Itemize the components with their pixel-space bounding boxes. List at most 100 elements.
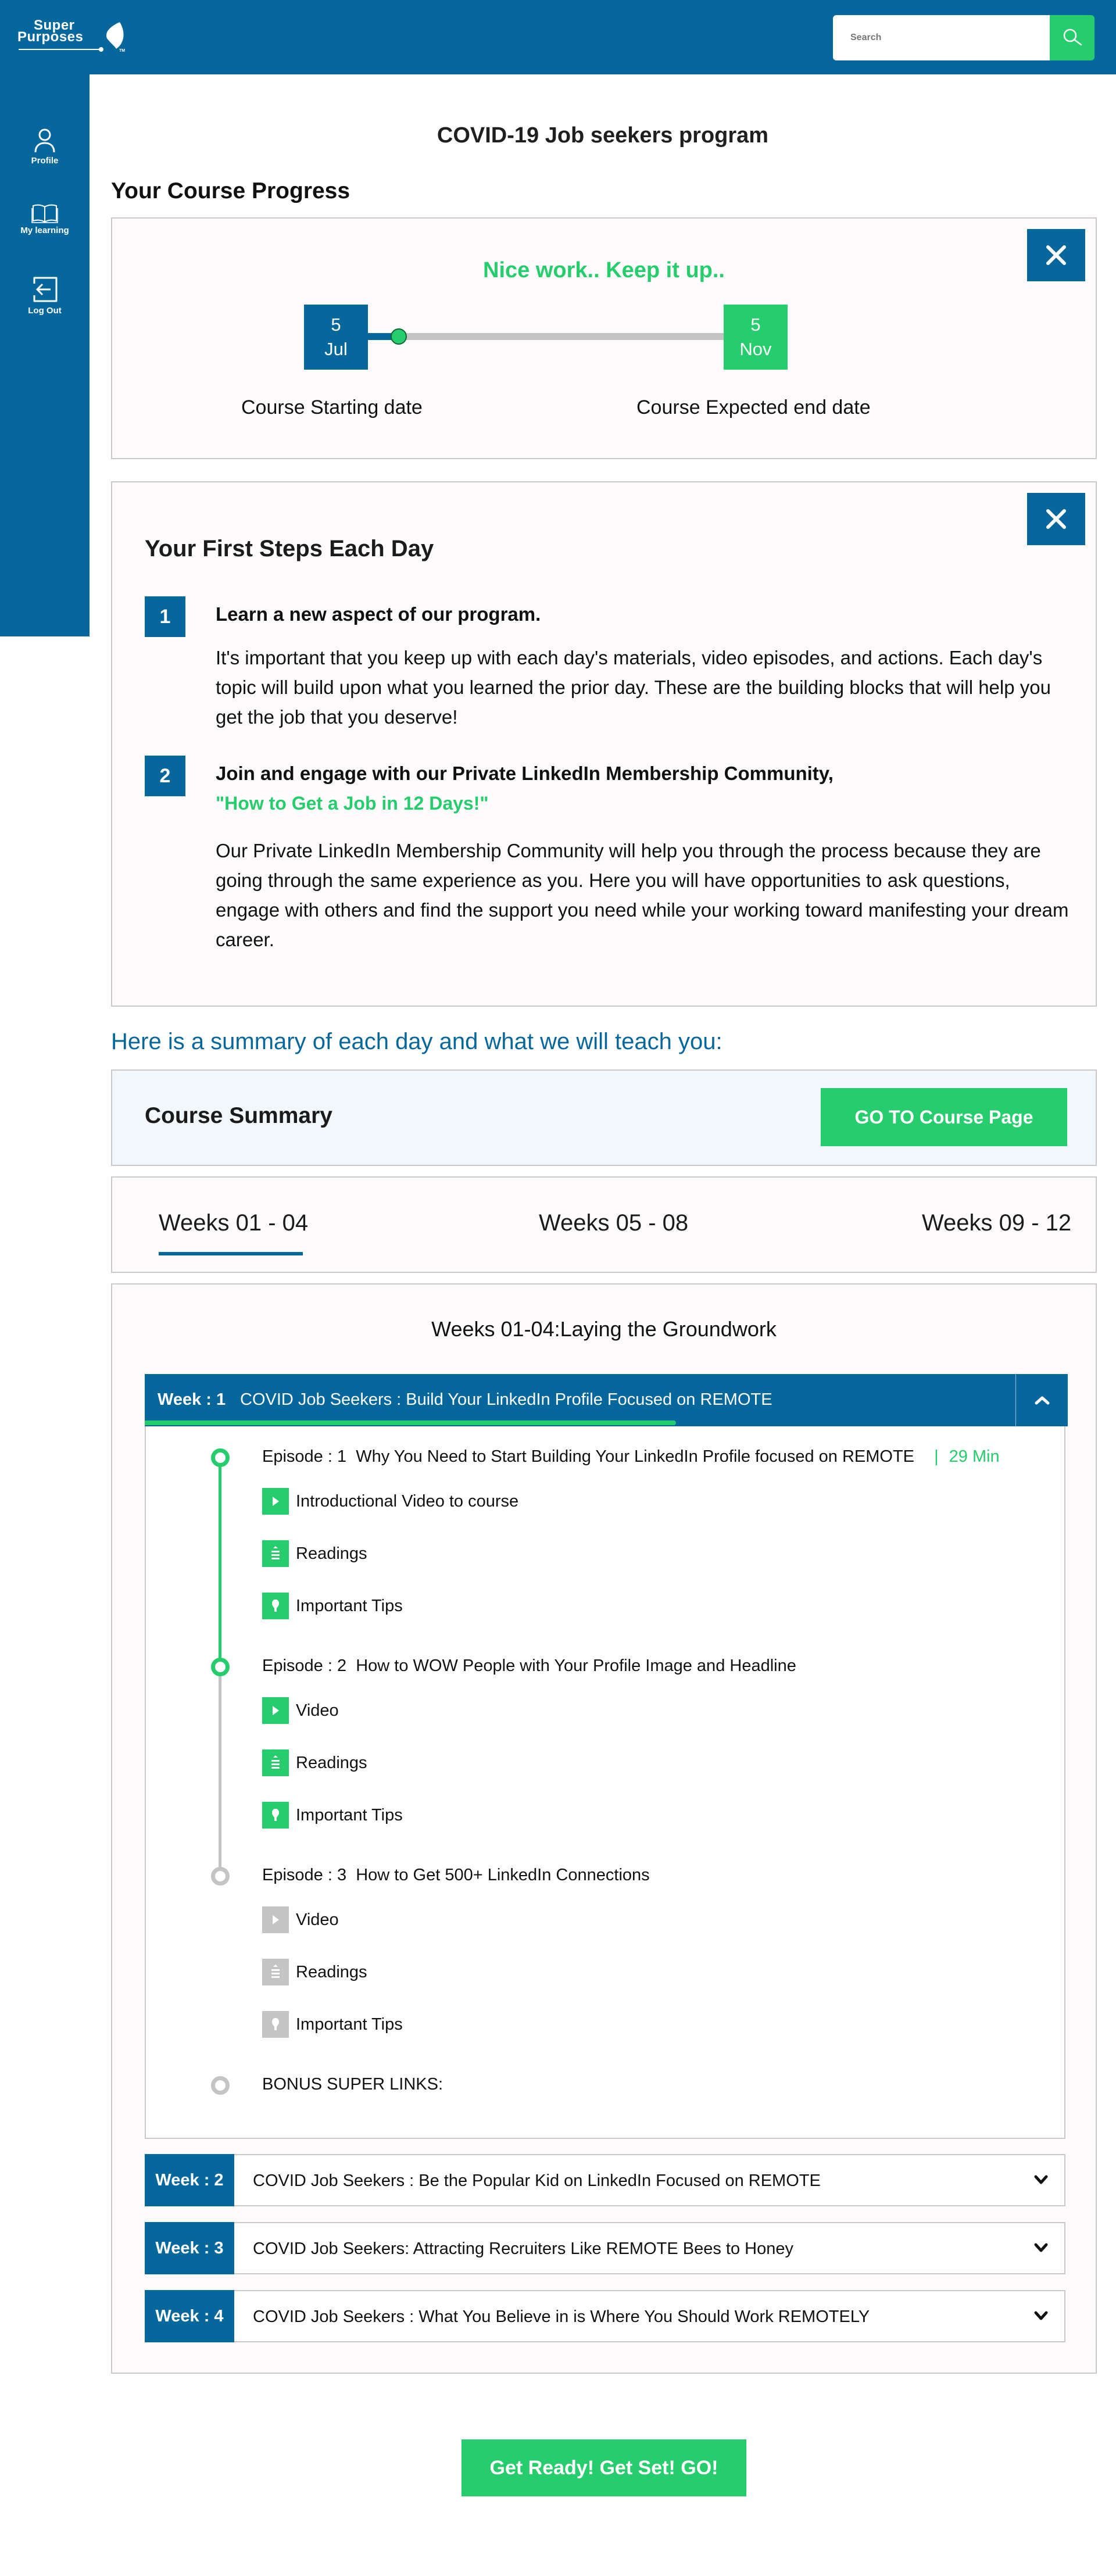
end-date-badge: 5 Nov [724, 305, 788, 370]
sidebar: Profile My learning Log Out [0, 74, 90, 636]
sidebar-item-log-out[interactable]: Log Out [0, 276, 90, 316]
progress-marker [391, 328, 407, 345]
start-day: 5 [331, 314, 341, 335]
episode-duration: | 29 Min [934, 1447, 1000, 1466]
episode-title[interactable]: Episode : 3 How to Get 500+ LinkedIn Con… [262, 1866, 650, 1885]
resource-video[interactable]: Introductional Video to course [262, 1488, 518, 1515]
weeks-section-title: Weeks 01-04:Laying the Groundwork [431, 1317, 777, 1341]
progress-fill [368, 333, 393, 340]
first-steps-card: Your First Steps Each Day 1 Learn a new … [111, 481, 1097, 1007]
resource-label: Readings [296, 1753, 367, 1772]
timeline-node-pending [211, 1867, 230, 1886]
resource-readings[interactable]: Readings [262, 1749, 367, 1776]
week-title: COVID Job Seekers : What You Believe in … [253, 2307, 870, 2326]
course-progress-card: Nice work.. Keep it up.. 5 Jul 5 Nov Cou… [111, 217, 1097, 459]
week-1-header[interactable]: Week : 1 COVID Job Seekers : Build Your … [145, 1374, 1068, 1426]
sidebar-item-my-learning[interactable]: My learning [0, 203, 90, 235]
end-day: 5 [750, 314, 761, 335]
search-icon [1063, 28, 1082, 46]
duration-value: 29 Min [949, 1447, 1000, 1466]
play-icon [262, 1906, 289, 1933]
resource-label: Video [296, 1910, 339, 1929]
sidebar-item-label: Profile [31, 156, 59, 166]
resource-label: Introductional Video to course [296, 1491, 519, 1511]
weeks-tabs: Weeks 01 - 04 Weeks 05 - 08 Weeks 09 - 1… [111, 1176, 1097, 1273]
document-icon [262, 1959, 289, 1985]
resource-label: Important Tips [296, 1596, 403, 1615]
step-heading: Learn a new aspect of our program. [216, 603, 541, 625]
resource-tips[interactable]: Important Tips [262, 1802, 403, 1829]
sidebar-item-profile[interactable]: Profile [0, 128, 90, 166]
logo-dot [99, 47, 103, 52]
timeline-node-pending [211, 2076, 230, 2095]
tab-weeks-01-04[interactable]: Weeks 01 - 04 [159, 1210, 308, 1236]
first-steps-title: Your First Steps Each Day [145, 536, 434, 561]
book-icon [31, 204, 58, 223]
search-input[interactable] [833, 15, 1050, 60]
step-body: Our Private LinkedIn Membership Communit… [216, 840, 1069, 950]
duration-separator: | [934, 1447, 939, 1466]
end-date-label: Course Expected end date [636, 396, 871, 418]
start-month: Jul [324, 339, 348, 359]
resource-video[interactable]: Video [262, 1697, 339, 1724]
episode-name: How to WOW People with Your Profile Imag… [356, 1656, 796, 1675]
lightbulb-icon [262, 2011, 289, 2038]
lightbulb-icon [262, 1593, 289, 1619]
resource-video[interactable]: Video [262, 1906, 339, 1933]
week-title: COVID Job Seekers : Be the Popular Kid o… [253, 2171, 821, 2190]
week-progress-bar [145, 1421, 676, 1425]
logout-icon [33, 277, 58, 302]
resource-label: Important Tips [296, 1805, 403, 1824]
play-icon [262, 1488, 289, 1515]
collapse-week-button[interactable] [1015, 1374, 1068, 1426]
tab-weeks-05-08[interactable]: Weeks 05 - 08 [539, 1210, 688, 1236]
episode-title[interactable]: Episode : 2 How to WOW People with Your … [262, 1656, 796, 1676]
go-to-course-page-button[interactable]: GO TO Course Page [821, 1088, 1067, 1146]
bonus-links[interactable]: BONUS SUPER LINKS: [262, 2075, 443, 2094]
sidebar-item-label: My learning [20, 226, 69, 235]
lightbulb-icon [262, 1802, 289, 1829]
active-tab-indicator [159, 1252, 303, 1255]
episode-name: Why You Need to Start Building Your Link… [356, 1447, 915, 1466]
week-title: COVID Job Seekers : Build Your LinkedIn … [240, 1390, 772, 1409]
resource-tips[interactable]: Important Tips [262, 1593, 403, 1619]
week-label: Week : 1 [158, 1390, 226, 1409]
week-3-row[interactable]: Week : 3 COVID Job Seekers: Attracting R… [145, 2222, 1065, 2274]
episode-label: Episode : 1 [262, 1447, 347, 1466]
week-1-panel: Week : 1 COVID Job Seekers : Build Your … [145, 1374, 1068, 2139]
document-icon [262, 1540, 289, 1567]
chevron-down-icon [1034, 2243, 1048, 2252]
week-label: Week : 3 [145, 2222, 234, 2274]
tab-weeks-09-12[interactable]: Weeks 09 - 12 [922, 1210, 1071, 1236]
page-title: COVID-19 Job seekers program [437, 123, 769, 148]
resource-label: Important Tips [296, 2015, 403, 2034]
step-heading: Join and engage with our Private LinkedI… [216, 763, 834, 784]
chevron-down-icon [1034, 2175, 1048, 2184]
resource-readings[interactable]: Readings [262, 1959, 367, 1985]
logo-trademark: TM [119, 49, 126, 53]
week-label: Week : 4 [145, 2290, 234, 2342]
timeline-line-complete [219, 1458, 221, 1667]
timeline-node-complete [211, 1658, 230, 1676]
episode-title[interactable]: Episode : 1 Why You Need to Start Buildi… [262, 1447, 1000, 1466]
step-subheading: "How to Get a Job in 12 Days!" [216, 793, 489, 814]
timeline-node-complete [211, 1448, 230, 1467]
week-4-row[interactable]: Week : 4 COVID Job Seekers : What You Be… [145, 2290, 1065, 2342]
step-number-badge: 2 [145, 756, 185, 796]
episode-name: How to Get 500+ LinkedIn Connections [356, 1866, 650, 1884]
get-ready-button[interactable]: Get Ready! Get Set! GO! [462, 2439, 746, 2496]
user-icon [34, 128, 55, 153]
resource-tips[interactable]: Important Tips [262, 2011, 403, 2038]
encouragement-message: Nice work.. Keep it up.. [483, 258, 725, 282]
course-summary-card: Course Summary GO TO Course Page [111, 1069, 1097, 1166]
logo-underline [19, 49, 101, 50]
close-icon [1046, 509, 1066, 529]
super-purposes-logo[interactable]: Super Purposes TM [17, 19, 125, 53]
course-progress-heading: Your Course Progress [111, 178, 350, 203]
week-2-row[interactable]: Week : 2 COVID Job Seekers : Be the Popu… [145, 2154, 1065, 2206]
resource-readings[interactable]: Readings [262, 1540, 367, 1567]
week-label: Week : 2 [145, 2154, 234, 2206]
sidebar-item-label: Log Out [28, 306, 62, 316]
close-first-steps-button[interactable] [1027, 493, 1085, 545]
search-button[interactable] [1050, 15, 1094, 60]
